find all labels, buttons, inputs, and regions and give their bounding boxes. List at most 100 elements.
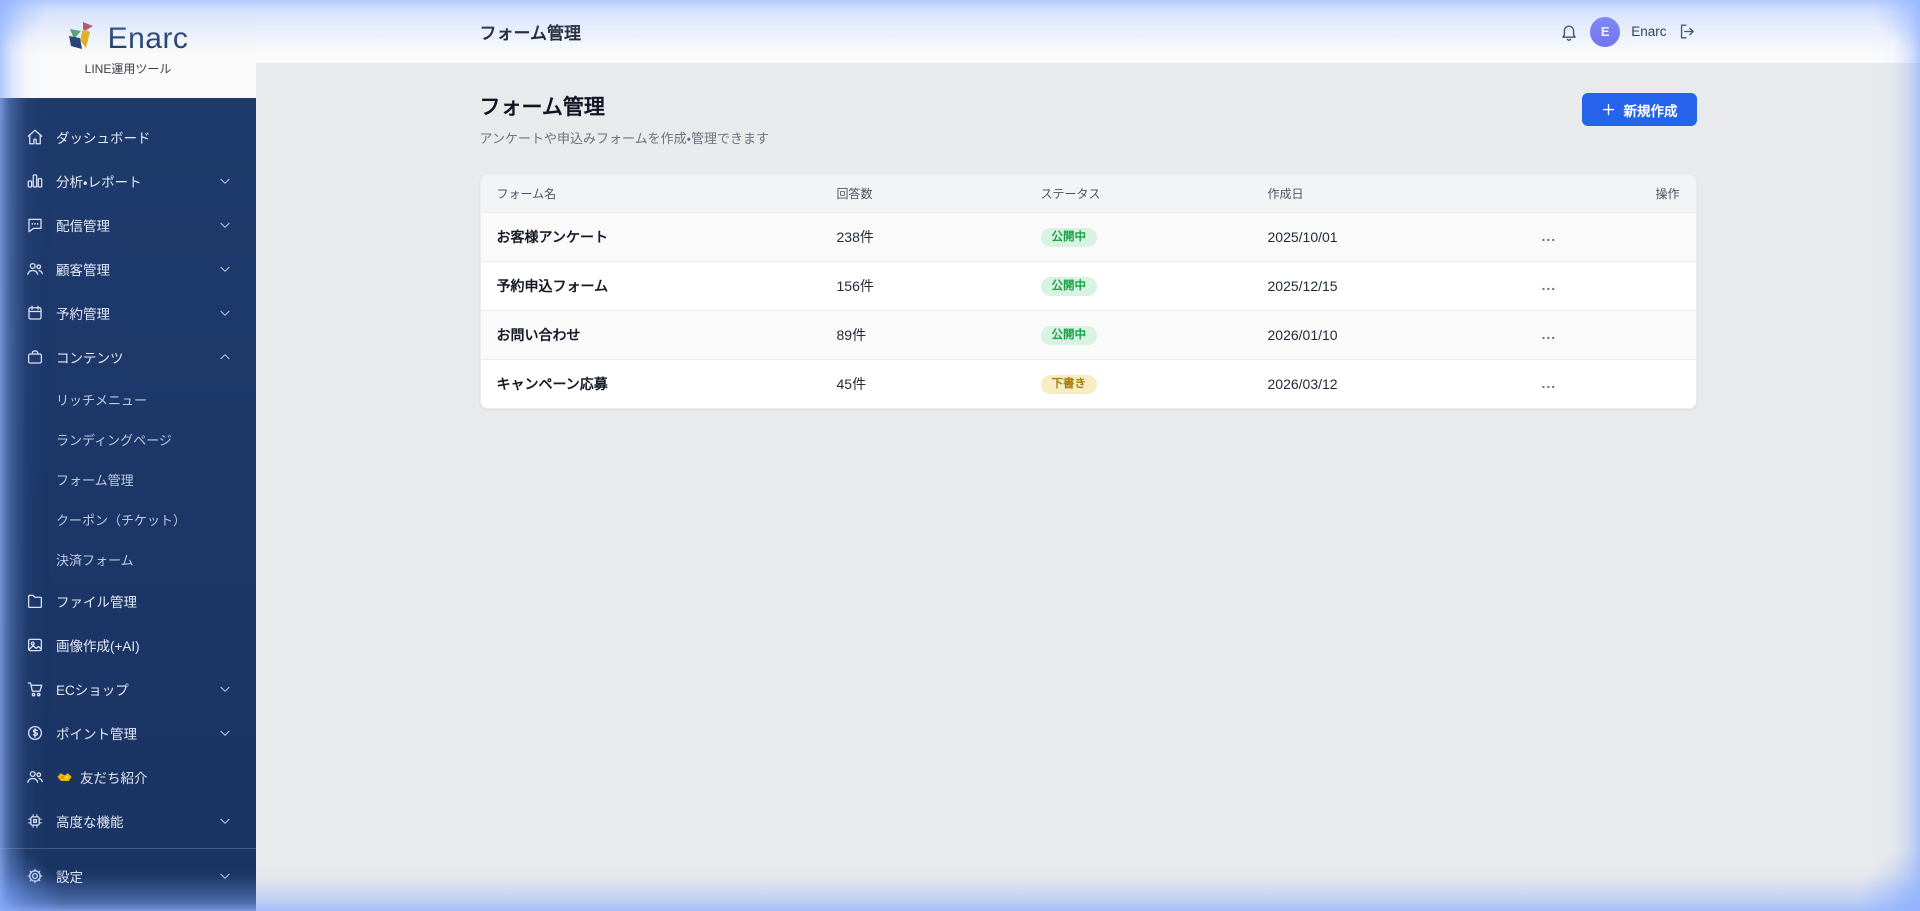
topbar-title: フォーム管理 <box>479 24 582 43</box>
page-title: フォーム管理 <box>479 96 605 119</box>
gear-icon <box>26 867 44 885</box>
response-count: 89件 <box>836 327 867 343</box>
sidebar-item-label: ポイント管理 <box>56 727 137 742</box>
sidebar-item-label: 設定 <box>56 870 83 885</box>
chevron-up-icon <box>218 350 232 364</box>
plus-icon <box>1601 102 1616 117</box>
topbar: フォーム管理 E Enarc <box>256 0 1920 64</box>
image-icon <box>26 636 44 654</box>
sidebar-item-label: 友だち紹介 <box>80 771 148 786</box>
sidebar-item-label: 顧客管理 <box>56 263 110 278</box>
created-date: 2025/12/15 <box>1267 278 1338 294</box>
sidebar-item-contents[interactable]: コンテンツ <box>0 335 256 379</box>
sidebar-item-label: 高度な機能 <box>56 815 124 830</box>
brand-tagline: LINE運用ツール <box>84 62 172 76</box>
status-badge: 公開中 <box>1040 276 1097 297</box>
cart-icon <box>26 680 44 698</box>
table-row[interactable]: 予約申込フォーム 156件 公開中 2025/12/15 ... <box>480 261 1696 310</box>
chevron-down-icon <box>218 218 232 232</box>
folder-icon <box>26 592 44 610</box>
sidebar-nav: ダッシュボード 分析・レポート 配信管理 顧客管理 予約管理 コンテンツ リッチ… <box>0 98 256 911</box>
row-actions-menu-button[interactable]: ... <box>1542 277 1557 293</box>
sidebar-item-ec-shop[interactable]: ECショップ <box>0 667 256 711</box>
home-icon <box>26 128 44 146</box>
sidebar-subitem-coupon[interactable]: クーポン（チケット） <box>0 499 256 539</box>
avatar[interactable]: E <box>1590 16 1621 47</box>
sidebar-item-reservations[interactable]: 予約管理 <box>0 291 256 335</box>
table-row[interactable]: お客様アンケート 238件 公開中 2025/10/01 ... <box>480 212 1696 261</box>
user-name: Enarc <box>1631 24 1667 39</box>
response-count: 238件 <box>836 229 874 245</box>
brand-name: Enarc <box>107 21 189 55</box>
sidebar-subitem-form-management[interactable]: フォーム管理 <box>0 459 256 499</box>
sidebar-subitem-landing-page[interactable]: ランディングページ <box>0 419 256 459</box>
chevron-down-icon <box>218 682 232 696</box>
column-header-form-name: フォーム名 <box>496 187 557 201</box>
chevron-down-icon <box>218 262 232 276</box>
row-actions-menu-button[interactable]: ... <box>1542 375 1557 391</box>
sidebar-item-label: 画像作成(+AI) <box>56 639 140 654</box>
created-date: 2025/10/01 <box>1267 229 1338 245</box>
sidebar-item-label: 分析・レポート <box>56 175 142 190</box>
chevron-down-icon <box>218 174 232 188</box>
sidebar-item-analytics[interactable]: 分析・レポート <box>0 159 256 203</box>
sidebar-divider <box>0 848 256 849</box>
sidebar-item-points[interactable]: ポイント管理 <box>0 711 256 755</box>
sidebar-item-settings[interactable]: 設定 <box>0 854 256 898</box>
table-header-row: フォーム名 回答数 ステータス 作成日 操作 <box>480 175 1696 212</box>
sidebar: Enarc LINE運用ツール ダッシュボード 分析・レポート 配信管理 顧客管… <box>0 0 256 911</box>
chevron-down-icon <box>218 869 232 883</box>
form-name: 予約申込フォーム <box>496 278 609 294</box>
column-header-responses: 回答数 <box>836 187 873 201</box>
brand-pinwheel-icon <box>68 21 102 56</box>
row-actions-menu-button[interactable]: ... <box>1542 326 1557 342</box>
status-badge: 公開中 <box>1040 325 1097 346</box>
status-badge: 下書き <box>1040 374 1097 395</box>
forms-table: フォーム名 回答数 ステータス 作成日 操作 お客様アンケート 238件 公開中… <box>479 174 1697 409</box>
users-icon <box>26 260 44 278</box>
sidebar-item-label: 予約管理 <box>56 307 110 322</box>
handshake-icon <box>56 769 73 786</box>
chip-icon <box>26 812 44 830</box>
table-row[interactable]: お問い合わせ 89件 公開中 2026/01/10 ... <box>480 310 1696 359</box>
logout-icon[interactable] <box>1678 22 1697 41</box>
sidebar-item-label: コンテンツ <box>56 351 124 366</box>
create-new-button[interactable]: 新規作成 <box>1581 93 1697 126</box>
dollar-circle-icon <box>26 724 44 742</box>
sidebar-item-label: ECショップ <box>56 683 129 698</box>
response-count: 156件 <box>836 278 874 294</box>
sidebar-item-broadcast[interactable]: 配信管理 <box>0 203 256 247</box>
sidebar-item-image-creation[interactable]: 画像作成(+AI) <box>0 623 256 667</box>
page-subtitle: アンケートや申込みフォームを作成・管理できます <box>479 131 770 146</box>
sidebar-item-label: ダッシュボード <box>56 131 151 146</box>
sidebar-item-files[interactable]: ファイル管理 <box>0 579 256 623</box>
sidebar-subitem-payment-form[interactable]: 決済フォーム <box>0 539 256 579</box>
sidebar-item-advanced[interactable]: 高度な機能 <box>0 799 256 843</box>
notification-bell-icon[interactable] <box>1559 22 1579 42</box>
sidebar-item-dashboard[interactable]: ダッシュボード <box>0 115 256 159</box>
created-date: 2026/03/12 <box>1267 376 1338 392</box>
created-date: 2026/01/10 <box>1267 327 1338 343</box>
briefcase-icon <box>26 348 44 366</box>
chevron-down-icon <box>218 306 232 320</box>
column-header-status: ステータス <box>1040 187 1101 201</box>
form-name: お客様アンケート <box>496 229 608 245</box>
form-name: キャンペーン応募 <box>496 376 608 392</box>
table-row[interactable]: キャンペーン応募 45件 下書き 2026/03/12 ... <box>480 359 1696 408</box>
row-actions-menu-button[interactable]: ... <box>1542 228 1557 244</box>
sidebar-item-label: 配信管理 <box>56 219 110 234</box>
chat-bubble-icon <box>26 216 44 234</box>
column-header-created: 作成日 <box>1267 187 1304 201</box>
sidebar-item-friend-referral[interactable]: 友だち紹介 <box>0 755 256 799</box>
main-content: フォーム管理 アンケートや申込みフォームを作成・管理できます 新規作成 フォーム… <box>256 64 1920 911</box>
form-name: お問い合わせ <box>496 327 581 343</box>
sidebar-item-export[interactable]: エクスポート <box>0 898 256 911</box>
chevron-down-icon <box>218 726 232 740</box>
users-icon <box>26 768 44 786</box>
sidebar-subitem-rich-menu[interactable]: リッチメニュー <box>0 379 256 419</box>
sidebar-item-customers[interactable]: 顧客管理 <box>0 247 256 291</box>
brand-logo-block: Enarc LINE運用ツール <box>0 0 256 98</box>
calendar-icon <box>26 304 44 322</box>
column-header-actions: 操作 <box>1655 187 1680 201</box>
bar-chart-icon <box>26 172 44 190</box>
